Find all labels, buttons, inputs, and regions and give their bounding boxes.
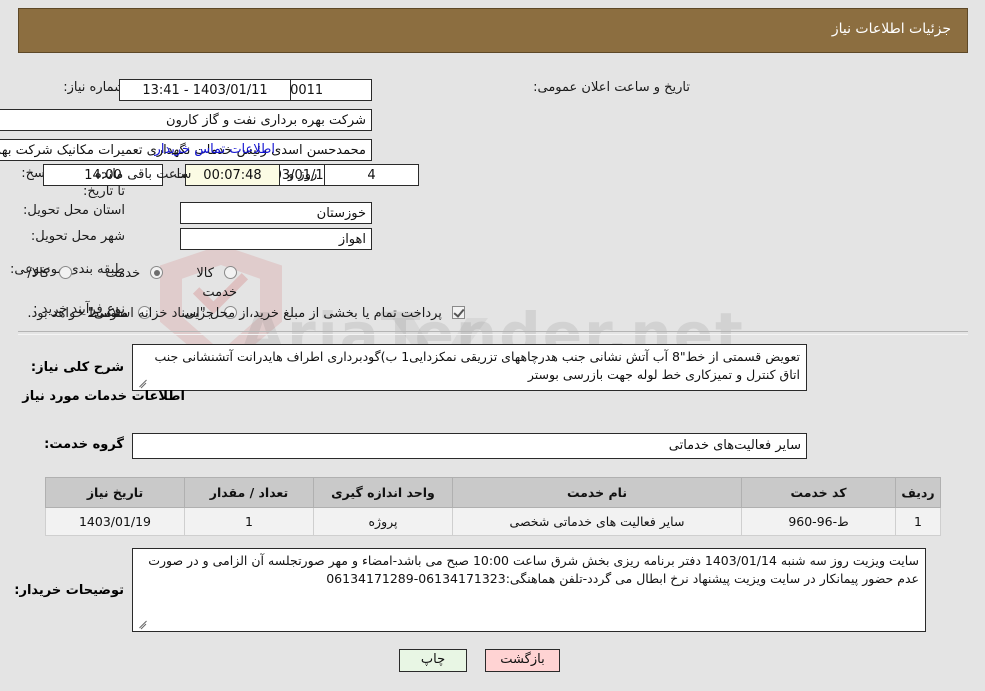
city-value[interactable]: اهواز	[180, 228, 372, 250]
back-button[interactable]: بازگشت	[485, 649, 560, 672]
category-radio-0[interactable]	[224, 266, 237, 279]
col-service-name: نام خدمت	[452, 477, 742, 508]
category-option-label-0: کالا	[196, 266, 214, 281]
cell-unit: پروژه	[313, 507, 453, 536]
category-radio-1[interactable]	[150, 266, 164, 279]
buyer-org-value[interactable]: شرکت بهره برداری نفت و گاز کارون	[0, 109, 372, 131]
col-need-date: تاریخ نیاز	[45, 477, 185, 508]
cell-quantity: 1	[184, 507, 314, 536]
islamic-treasury-row: پرداخت تمام یا بخشی از مبلغ خرید،از محل …	[27, 302, 465, 321]
deadline-days-value[interactable]: 4	[324, 164, 419, 186]
countdown-label: ساعت باقی مانده	[95, 167, 192, 182]
service-group-label: گروه خدمت:	[44, 437, 124, 452]
description-textarea[interactable]: تعویض قسمتی از خط"8 آب آتش نشانی جنب هدر…	[132, 344, 807, 391]
col-index: ردیف	[895, 477, 941, 508]
services-section-heading: اطلاعات خدمات مورد نیاز	[22, 389, 185, 404]
print-button[interactable]: چاپ	[399, 649, 467, 672]
cell-need-date: 1403/01/19	[45, 507, 185, 536]
cell-service-name: سایر فعالیت های خدماتی شخصی	[452, 507, 742, 536]
col-service-code: کد خدمت	[741, 477, 896, 508]
category-option-label-1: خدمت	[105, 266, 141, 281]
window-title-bar: جزئیات اطلاعات نیاز	[18, 8, 968, 53]
col-quantity: تعداد / مقدار	[184, 477, 314, 508]
countdown-value: 00:07:48	[185, 164, 280, 186]
table-row[interactable]: 1 ط-96-960 سایر فعالیت های خدماتی شخصی پ…	[45, 507, 941, 536]
buyer-contact-link[interactable]: اطلاعات تماس خریدار	[155, 142, 275, 157]
islamic-treasury-checkbox[interactable]	[452, 306, 465, 319]
announce-datetime-value[interactable]: 1403/01/11 - 13:41	[119, 79, 291, 101]
cell-index: 1	[895, 507, 941, 536]
buyer-notes-resize-handle[interactable]	[137, 617, 149, 629]
col-unit: واحد اندازه گیری	[313, 477, 453, 508]
buyer-notes-label: توضیحات خریدار:	[14, 583, 124, 598]
description-label: شرح کلی نیاز:	[30, 360, 124, 375]
service-group-value[interactable]: سایر فعالیت‌های خدماتی	[132, 433, 807, 459]
deadline-days-label: روز و	[288, 167, 318, 182]
page-title: جزئیات اطلاعات نیاز	[831, 21, 951, 37]
cell-service-code: ط-96-960	[741, 507, 896, 536]
province-value[interactable]: خوزستان	[180, 202, 372, 224]
page-root: AriaTender.net جزئیات اطلاعات نیاز شماره…	[0, 0, 985, 691]
section-divider-1	[18, 331, 968, 335]
description-resize-handle[interactable]	[137, 376, 149, 388]
category-radio-2[interactable]	[59, 266, 73, 279]
category-radio-group: کالا خدمت کالا/خدمت	[0, 262, 237, 300]
islamic-treasury-label: پرداخت تمام یا بخشی از مبلغ خرید،از محل …	[27, 306, 442, 321]
buyer-notes-textarea[interactable]: سایت ویزیت روز سه شنبه 1403/01/14 دفتر ب…	[132, 548, 926, 632]
services-table-wrap: ردیف کد خدمت نام خدمت واحد اندازه گیری ت…	[45, 477, 941, 536]
table-header-row: ردیف کد خدمت نام خدمت واحد اندازه گیری ت…	[45, 477, 941, 508]
services-table: ردیف کد خدمت نام خدمت واحد اندازه گیری ت…	[45, 477, 941, 536]
